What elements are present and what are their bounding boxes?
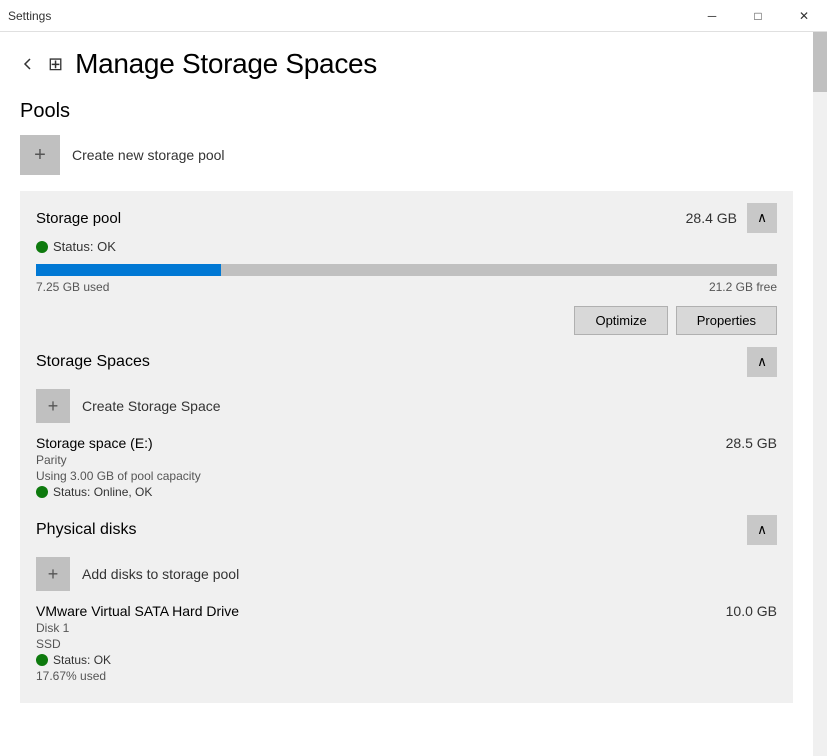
disk-type: SSD <box>36 637 777 651</box>
pool-header: Storage pool 28.4 GB ∧ <box>36 203 777 233</box>
pool-usage-fill <box>36 264 221 276</box>
home-icon[interactable]: ⊞ <box>48 54 63 75</box>
space-status-icon <box>36 486 48 498</box>
optimize-button[interactable]: Optimize <box>574 306 667 335</box>
maximize-button[interactable]: □ <box>735 0 781 32</box>
create-pool-label: Create new storage pool <box>72 147 225 163</box>
space-status: Status: Online, OK <box>36 485 777 499</box>
disk-status: Status: OK <box>36 653 777 667</box>
storage-spaces-collapse-button[interactable]: ∧ <box>747 347 777 377</box>
disk-item: VMware Virtual SATA Hard Drive 10.0 GB D… <box>36 603 777 683</box>
physical-disks-collapse-button[interactable]: ∧ <box>747 515 777 545</box>
space-name: Storage space (E:) <box>36 435 153 451</box>
disk-status-label: Status: OK <box>53 653 111 667</box>
physical-disks-title: Physical disks <box>36 521 136 539</box>
scrollbar[interactable] <box>813 32 827 756</box>
pools-section-title: Pools <box>20 100 793 123</box>
disk-sub: Disk 1 <box>36 621 777 635</box>
storage-spaces-section: Storage Spaces ∧ + Create Storage Space … <box>36 347 777 499</box>
create-space-plus-icon: + <box>36 389 70 423</box>
space-usage: Using 3.00 GB of pool capacity <box>36 469 777 483</box>
pool-name: Storage pool <box>36 210 121 227</box>
pool-status: Status: OK <box>36 239 777 254</box>
pools-section: Pools + Create new storage pool Storage … <box>0 88 813 703</box>
title-bar: Settings ─ □ ✕ <box>0 0 827 32</box>
pool-usage-bar <box>36 264 777 276</box>
title-bar-left: Settings <box>8 9 51 23</box>
create-storage-space-button[interactable]: + Create Storage Space <box>36 389 777 423</box>
storage-spaces-header: Storage Spaces ∧ <box>36 347 777 377</box>
pool-size: 28.4 GB <box>686 210 737 226</box>
create-pool-plus-icon: + <box>20 135 60 175</box>
physical-disks-header: Physical disks ∧ <box>36 515 777 545</box>
disk-name: VMware Virtual SATA Hard Drive <box>36 603 239 619</box>
page-header: ⊞ Manage Storage Spaces <box>0 32 813 88</box>
page-title: Manage Storage Spaces <box>75 48 377 80</box>
space-item-header: Storage space (E:) 28.5 GB <box>36 435 777 451</box>
back-button[interactable] <box>20 56 36 72</box>
pool-free-label: 21.2 GB free <box>709 280 777 294</box>
close-button[interactable]: ✕ <box>781 0 827 32</box>
storage-pool-card: Storage pool 28.4 GB ∧ Status: OK 7.25 G… <box>20 191 793 703</box>
title-bar-controls: ─ □ ✕ <box>689 0 827 32</box>
pool-status-label: Status: OK <box>53 239 116 254</box>
content-area: ⊞ Manage Storage Spaces Pools + Create n… <box>0 32 827 756</box>
disk-status-icon <box>36 654 48 666</box>
space-size: 28.5 GB <box>726 435 777 451</box>
storage-spaces-title: Storage Spaces <box>36 353 150 371</box>
create-space-label: Create Storage Space <box>82 398 221 414</box>
disk-item-header: VMware Virtual SATA Hard Drive 10.0 GB <box>36 603 777 619</box>
physical-disks-section: Physical disks ∧ + Add disks to storage … <box>36 515 777 683</box>
back-icon <box>20 56 36 72</box>
storage-space-item: Storage space (E:) 28.5 GB Parity Using … <box>36 435 777 499</box>
properties-button[interactable]: Properties <box>676 306 777 335</box>
disk-used: 17.67% used <box>36 669 777 683</box>
pool-usage-labels: 7.25 GB used 21.2 GB free <box>36 280 777 294</box>
main-content: ⊞ Manage Storage Spaces Pools + Create n… <box>0 32 813 756</box>
pool-header-right: 28.4 GB ∧ <box>686 203 777 233</box>
pool-status-icon <box>36 241 48 253</box>
disk-size: 10.0 GB <box>726 603 777 619</box>
pool-used-label: 7.25 GB used <box>36 280 109 294</box>
title-bar-title: Settings <box>8 9 51 23</box>
add-disks-label: Add disks to storage pool <box>82 566 239 582</box>
add-disks-button[interactable]: + Add disks to storage pool <box>36 557 777 591</box>
scrollbar-thumb[interactable] <box>813 32 827 92</box>
add-disk-plus-icon: + <box>36 557 70 591</box>
minimize-button[interactable]: ─ <box>689 0 735 32</box>
pool-action-buttons: Optimize Properties <box>36 306 777 335</box>
space-type: Parity <box>36 453 777 467</box>
create-pool-button[interactable]: + Create new storage pool <box>20 135 793 175</box>
space-status-label: Status: Online, OK <box>53 485 152 499</box>
pool-collapse-button[interactable]: ∧ <box>747 203 777 233</box>
